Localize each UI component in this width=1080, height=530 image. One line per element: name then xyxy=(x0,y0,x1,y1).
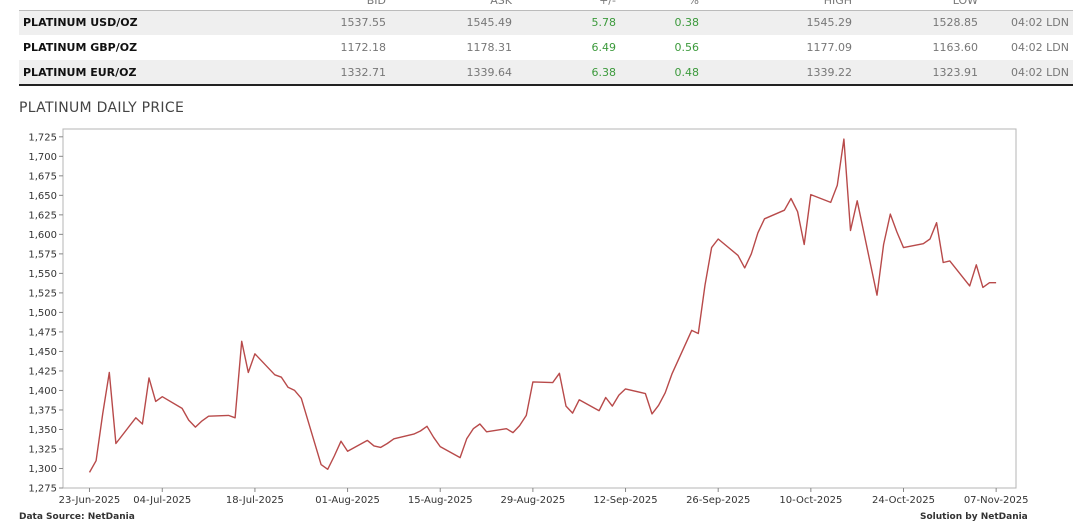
data-source-label: Data Source: NetDania xyxy=(19,512,135,522)
x-tick-label: 12-Sep-2025 xyxy=(593,495,657,506)
y-tick-label: 1,500 xyxy=(28,308,57,319)
x-tick-label: 29-Aug-2025 xyxy=(501,495,566,506)
y-tick-label: 1,575 xyxy=(28,249,57,260)
y-tick-label: 1,525 xyxy=(28,288,57,299)
x-tick-label: 26-Sep-2025 xyxy=(686,495,750,506)
x-tick-label: 07-Nov-2025 xyxy=(964,495,1029,506)
x-tick-label: 01-Aug-2025 xyxy=(315,495,380,506)
y-tick-label: 1,625 xyxy=(28,210,57,221)
y-tick-label: 1,700 xyxy=(28,152,57,163)
y-tick-label: 1,450 xyxy=(28,347,57,358)
y-tick-label: 1,550 xyxy=(28,269,57,280)
x-tick-label: 23-Jun-2025 xyxy=(59,495,121,506)
y-tick-label: 1,400 xyxy=(28,386,57,397)
y-tick-label: 1,375 xyxy=(28,405,57,416)
plot-frame xyxy=(62,128,1017,489)
y-tick-label: 1,475 xyxy=(28,327,57,338)
y-tick-label: 1,650 xyxy=(28,191,57,202)
y-tick-label: 1,325 xyxy=(28,444,57,455)
y-tick-label: 1,425 xyxy=(28,366,57,377)
y-tick-label: 1,275 xyxy=(28,484,57,495)
x-tick-label: 18-Jul-2025 xyxy=(226,495,284,506)
x-tick-label: 04-Jul-2025 xyxy=(133,495,191,506)
x-tick-label: 10-Oct-2025 xyxy=(779,495,842,506)
x-tick-label: 15-Aug-2025 xyxy=(408,495,473,506)
y-tick-label: 1,675 xyxy=(28,171,57,182)
y-tick-label: 1,350 xyxy=(28,425,57,436)
y-tick-label: 1,725 xyxy=(28,132,57,143)
solution-credit-label: Solution by NetDania xyxy=(920,512,1028,522)
x-tick-label: 24-Oct-2025 xyxy=(872,495,935,506)
y-tick-label: 1,600 xyxy=(28,230,57,241)
y-tick-label: 1,300 xyxy=(28,464,57,475)
price-chart: 1,275 1,300 1,325 1,350 1,375 1,400 1,425 1,450… xyxy=(28,128,1029,506)
